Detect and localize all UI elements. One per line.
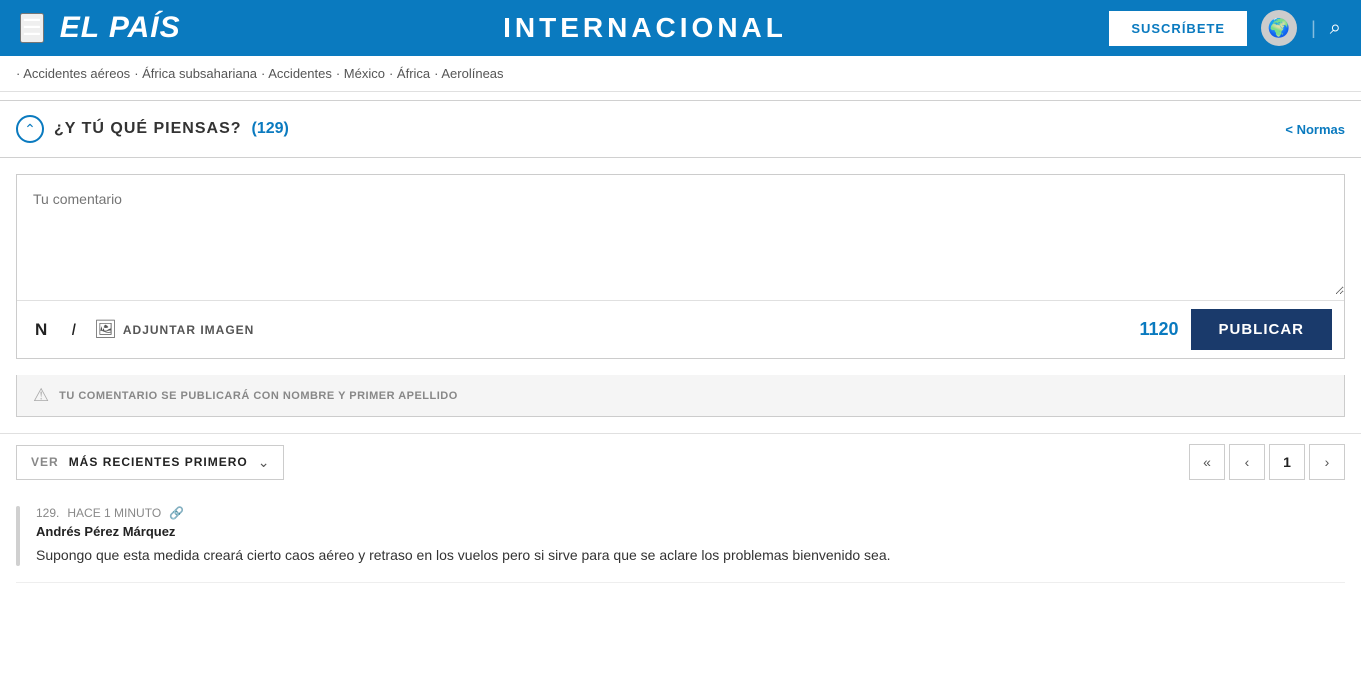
comment-box-wrapper: N I 🖼 ADJUNTAR IMAGEN 1120 PUBLICAR: [16, 174, 1345, 359]
comment-meta: 129. HACE 1 MINUTO 🔗: [36, 506, 1345, 520]
tags-bar: · Accidentes aéreos · África subsaharian…: [0, 56, 1361, 92]
comments-header: ⌃ ¿Y TÚ QUÉ PIENSAS? (129) < Normas: [0, 100, 1361, 158]
site-header: ☰ EL PAÍS INTERNACIONAL SUSCRÍBETE 🌍 | ⌕: [0, 0, 1361, 56]
link-icon[interactable]: 🔗: [169, 506, 184, 520]
info-text: TU COMENTARIO SE PUBLICARÁ CON NOMBRE Y …: [59, 390, 458, 402]
section-title: INTERNACIONAL: [503, 12, 787, 43]
info-bar: ⚠ TU COMENTARIO SE PUBLICARÁ CON NOMBRE …: [16, 375, 1345, 417]
comments-title: ¿Y TÚ QUÉ PIENSAS?: [54, 120, 242, 138]
comments-title-area: ⌃ ¿Y TÚ QUÉ PIENSAS? (129): [16, 115, 289, 143]
toolbar-right: 1120 PUBLICAR: [1139, 309, 1332, 350]
first-page-button[interactable]: «: [1189, 444, 1225, 480]
sort-bar: VER MÁS RECIENTES PRIMERO ⌄ « ‹ 1 ›: [0, 433, 1361, 490]
comment-toolbar: N I 🖼 ADJUNTAR IMAGEN 1120 PUBLICAR: [17, 300, 1344, 358]
prev-page-button[interactable]: ‹: [1229, 444, 1265, 480]
search-button[interactable]: ⌕: [1330, 17, 1341, 40]
attach-label: ADJUNTAR IMAGEN: [123, 323, 254, 337]
comment-time: HACE 1 MINUTO: [67, 506, 161, 520]
chevron-down-icon: ⌄: [258, 454, 270, 471]
header-separator: |: [1311, 18, 1316, 39]
hamburger-menu-button[interactable]: ☰: [20, 13, 44, 43]
normas-link[interactable]: < Normas: [1285, 122, 1345, 137]
collapse-comments-button[interactable]: ⌃: [16, 115, 44, 143]
tag-link-aerolineas[interactable]: · Aerolíneas: [434, 66, 503, 81]
site-logo: EL PAÍS: [60, 11, 181, 45]
tag-link-accidentes[interactable]: · Accidentes: [261, 66, 332, 81]
header-right: SUSCRÍBETE 🌍 | ⌕: [1109, 10, 1341, 46]
comment-textarea[interactable]: [17, 175, 1344, 295]
tag-link-africa-subsahariana[interactable]: · África subsahariana: [134, 66, 257, 81]
comment-author: Andrés Pérez Márquez: [36, 524, 1345, 539]
avatar[interactable]: 🌍: [1261, 10, 1297, 46]
attach-image-area[interactable]: 🖼 ADJUNTAR IMAGEN: [94, 319, 254, 340]
comment-number: 129.: [36, 506, 59, 520]
publish-button[interactable]: PUBLICAR: [1191, 309, 1333, 350]
table-row: 129. HACE 1 MINUTO 🔗 Andrés Pérez Márque…: [16, 490, 1345, 583]
search-icon: ⌕: [1330, 17, 1341, 39]
char-count: 1120: [1139, 319, 1178, 340]
comment-content: 129. HACE 1 MINUTO 🔗 Andrés Pérez Márque…: [36, 506, 1345, 566]
image-icon: 🖼: [94, 319, 117, 340]
sort-dropdown[interactable]: VER MÁS RECIENTES PRIMERO ⌄: [16, 445, 284, 480]
tag-link-accidentes-aereos[interactable]: · Accidentes aéreos: [16, 66, 130, 81]
italic-button[interactable]: I: [65, 318, 82, 342]
tag-link-africa[interactable]: · África: [389, 66, 430, 81]
chevron-up-icon: ⌃: [24, 121, 36, 138]
subscribe-button[interactable]: SUSCRÍBETE: [1109, 11, 1247, 46]
toolbar-left: N I 🖼 ADJUNTAR IMAGEN: [29, 318, 254, 342]
sort-value: MÁS RECIENTES PRIMERO: [69, 455, 248, 469]
tag-link-mexico[interactable]: · México: [336, 66, 385, 81]
header-left: ☰ EL PAÍS: [20, 11, 181, 45]
comments-list: 129. HACE 1 MINUTO 🔗 Andrés Pérez Márque…: [0, 490, 1361, 583]
current-page-button[interactable]: 1: [1269, 444, 1305, 480]
header-center: INTERNACIONAL: [181, 12, 1110, 44]
comment-bar: [16, 506, 20, 566]
info-icon: ⚠: [33, 385, 49, 406]
sort-ver-label: VER: [31, 455, 59, 469]
comments-count: (129): [252, 120, 289, 138]
comment-text: Supongo que esta medida creará cierto ca…: [36, 545, 1345, 566]
next-page-button[interactable]: ›: [1309, 444, 1345, 480]
bold-button[interactable]: N: [29, 318, 53, 342]
pagination: « ‹ 1 ›: [1189, 444, 1345, 480]
